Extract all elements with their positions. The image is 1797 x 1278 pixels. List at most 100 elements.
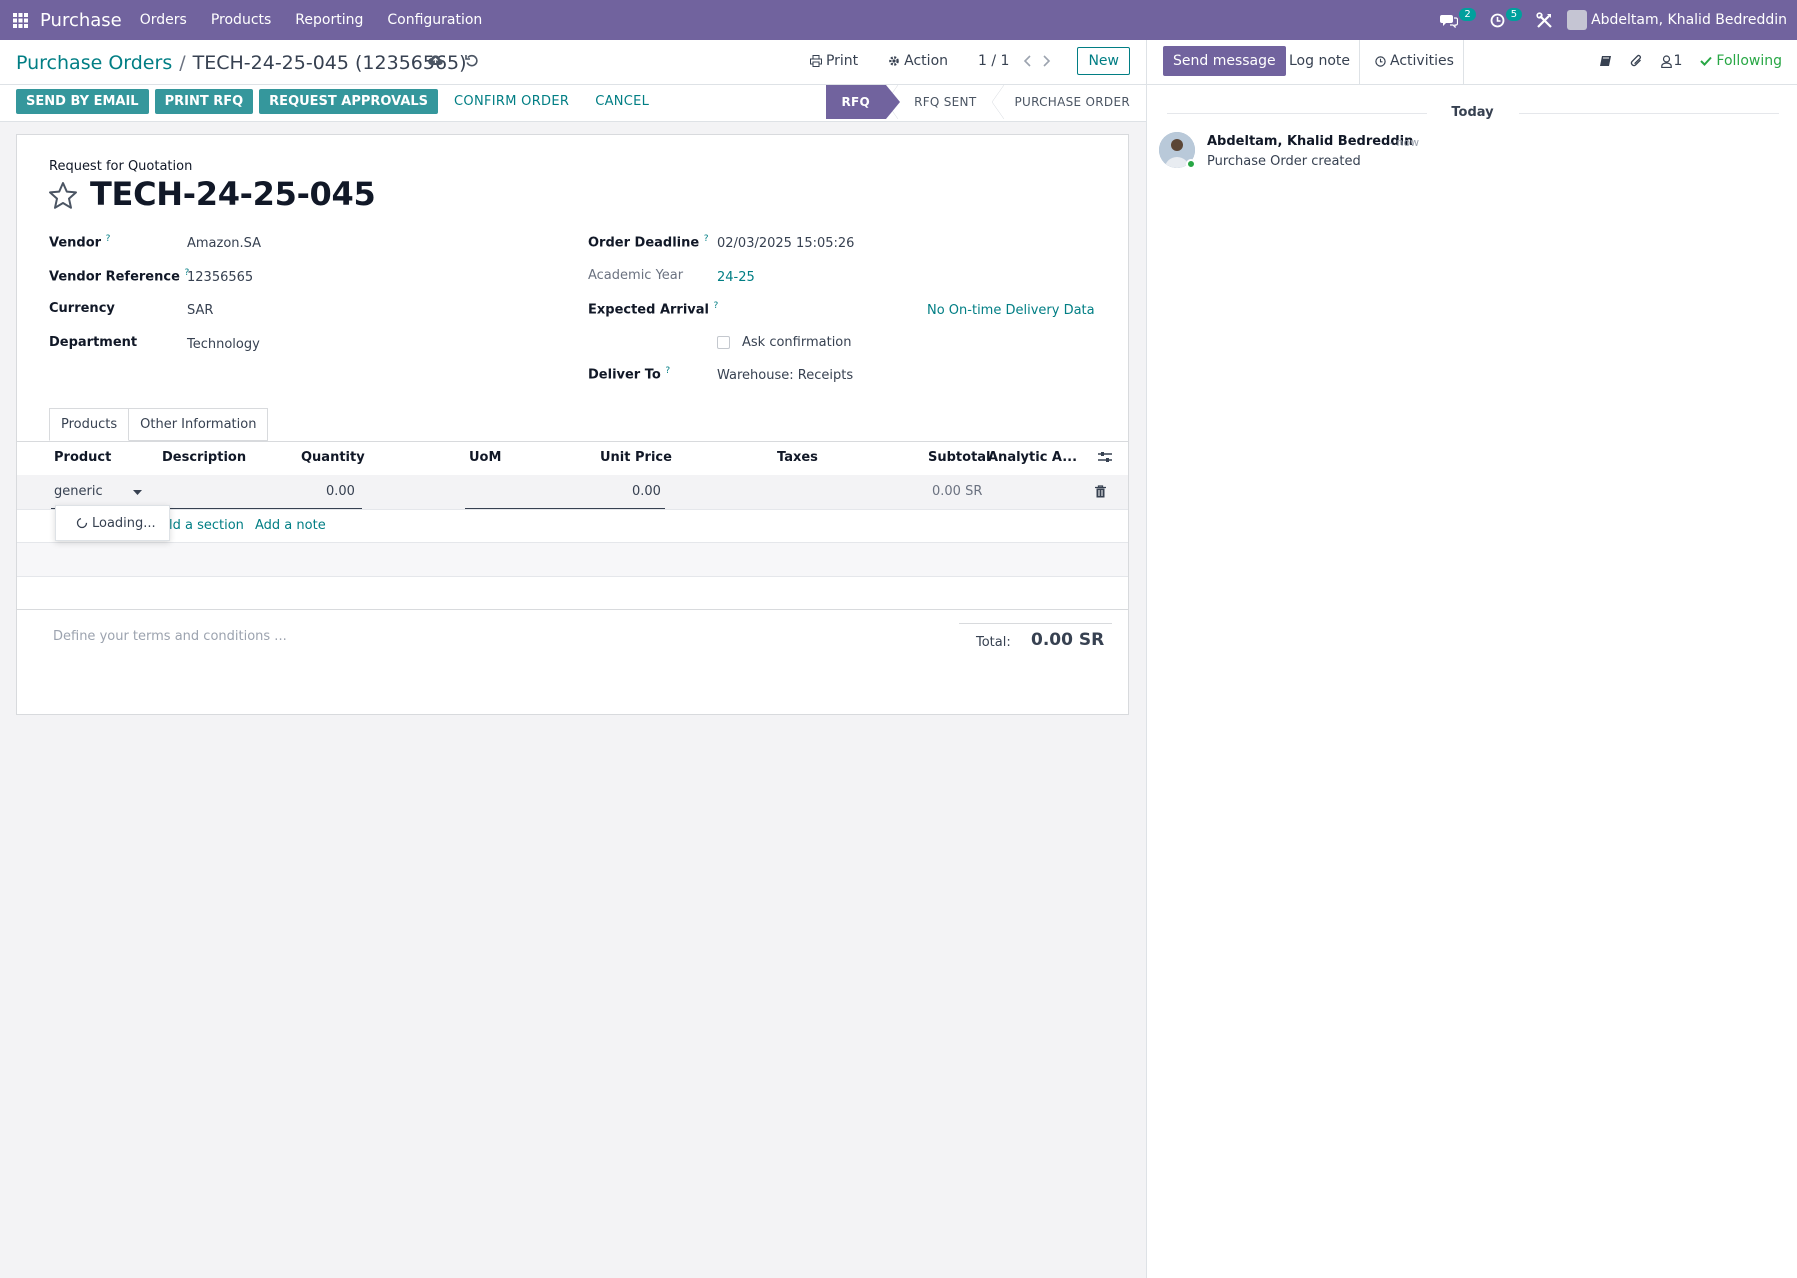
paperclip-icon[interactable] [1630, 54, 1643, 68]
pager-value[interactable]: 1 / 1 [978, 53, 1009, 69]
notebook-tabs: Products Other Information [49, 408, 269, 441]
user-icon [1660, 54, 1672, 68]
activities-button[interactable]: Activities [1375, 53, 1454, 69]
breadcrumb-separator: / [179, 52, 186, 74]
systray: 2 5 Abdeltam, Khalid Bedreddin [1440, 0, 1787, 40]
debug-tools[interactable] [1536, 11, 1553, 29]
menu-products[interactable]: Products [211, 12, 271, 28]
apps-menu-icon[interactable] [0, 0, 40, 40]
breadcrumb-purchase-orders[interactable]: Purchase Orders [16, 52, 172, 74]
menu-orders[interactable]: Orders [140, 12, 187, 28]
total-divider [959, 623, 1112, 624]
send-message-button[interactable]: Send message [1163, 46, 1286, 76]
product-input[interactable]: generic [54, 484, 103, 499]
column-quantity[interactable]: Quantity [301, 450, 365, 465]
total-label: Total: [976, 635, 1011, 650]
tools-icon [1536, 11, 1552, 28]
add-section-link[interactable]: ld a section [169, 518, 244, 533]
trash-icon[interactable] [1095, 485, 1106, 498]
activities-count-badge: 5 [1505, 7, 1523, 21]
menu-reporting[interactable]: Reporting [295, 12, 363, 28]
header-buttons: SEND BY EMAIL PRINT RFQ REQUEST APPROVAL… [16, 89, 659, 114]
deliver-to-help-mark: ? [665, 366, 671, 376]
request-approvals-button[interactable]: REQUEST APPROVALS [259, 89, 439, 114]
terms-and-conditions-field[interactable]: Define your terms and conditions ... [53, 629, 287, 644]
activity-menu[interactable]: 5 [1490, 7, 1523, 28]
chatter-topbar: Send message Log note Activities 1 Follo… [1147, 40, 1797, 84]
column-uom[interactable]: UoM [469, 450, 501, 465]
caret-down-icon[interactable] [133, 490, 142, 495]
vendor-reference-field[interactable]: 12356565 [187, 270, 253, 285]
deliver-to-field[interactable]: Warehouse: Receipts [717, 368, 853, 383]
pager-arrows [1023, 55, 1051, 67]
print-button[interactable]: Print [809, 53, 858, 69]
autocomplete-dropdown[interactable]: Loading... [55, 505, 170, 541]
status-purchase-order[interactable]: PURCHASE ORDER [992, 85, 1130, 119]
main-navbar: Purchase Orders Products Reporting Confi… [0, 0, 1797, 40]
chatter-panel: Send message Log note Activities 1 Follo… [1146, 40, 1797, 1278]
confirm-order-button[interactable]: CONFIRM ORDER [444, 89, 579, 114]
order-deadline-label: Order Deadline ? [588, 234, 709, 251]
column-taxes[interactable]: Taxes [777, 450, 818, 465]
academic-year-field[interactable]: 24-25 [717, 270, 755, 285]
currency-field[interactable]: SAR [187, 303, 213, 318]
currency-label: Currency [49, 301, 115, 316]
print-rfq-button[interactable]: PRINT RFQ [154, 89, 254, 114]
department-label: Department [49, 335, 138, 350]
menu-configuration[interactable]: Configuration [387, 12, 482, 28]
optional-columns-icon[interactable] [1098, 451, 1112, 463]
ask-confirmation-checkbox[interactable] [717, 336, 730, 349]
deliver-to-label: Deliver To ? [588, 366, 671, 383]
department-field[interactable]: Technology [187, 337, 260, 352]
status-rfq-sent[interactable]: RFQ SENT [886, 85, 992, 119]
clock-icon [1490, 13, 1505, 27]
clock-icon [1375, 55, 1386, 67]
unit-price-input[interactable]: 0.00 [632, 484, 661, 499]
chatter-separator [1359, 40, 1360, 84]
vendor-label: Vendor ? [49, 234, 111, 251]
add-note-link[interactable]: Add a note [255, 518, 326, 533]
discard-undo-icon[interactable] [465, 54, 478, 67]
message-time: - now [1389, 136, 1420, 149]
check-icon [1700, 56, 1713, 66]
chevron-right-icon[interactable] [1042, 55, 1051, 67]
followers-button[interactable]: 1 [1660, 53, 1683, 69]
cancel-button[interactable]: CANCEL [585, 89, 659, 114]
app-name[interactable]: Purchase [40, 10, 122, 31]
user-menu[interactable]: Abdeltam, Khalid Bedreddin [1567, 10, 1787, 30]
following-label: Following [1716, 53, 1782, 69]
loading-text: Loading... [92, 515, 156, 531]
action-button[interactable]: Action [888, 53, 948, 69]
column-description[interactable]: Description [162, 450, 246, 465]
column-analytic[interactable]: Analytic A... [988, 450, 1077, 465]
tabs-divider [17, 441, 1128, 442]
vendor-field[interactable]: Amazon.SA [187, 236, 261, 251]
tab-other-information[interactable]: Other Information [129, 408, 269, 441]
on-time-delivery-link[interactable]: No On-time Delivery Data [927, 303, 1095, 318]
chevron-left-icon[interactable] [1023, 55, 1032, 67]
column-unit-price[interactable]: Unit Price [600, 450, 672, 465]
followers-count: 1 [1673, 53, 1683, 69]
send-by-email-button[interactable]: SEND BY EMAIL [16, 89, 149, 114]
column-product[interactable]: Product [54, 450, 111, 465]
order-deadline-field[interactable]: 02/03/2025 15:05:26 [717, 236, 854, 251]
following-button[interactable]: Following [1700, 53, 1782, 69]
quantity-input[interactable]: 0.00 [326, 484, 355, 499]
online-status-dot [1186, 159, 1196, 169]
status-rfq[interactable]: RFQ [825, 85, 900, 119]
chatter-divider [1147, 84, 1797, 85]
chat-icon [1440, 14, 1459, 28]
message-author[interactable]: Abdeltam, Khalid Bedreddin [1207, 134, 1413, 149]
priority-star-icon[interactable] [48, 181, 78, 210]
log-note-button[interactable]: Log note [1289, 53, 1350, 69]
tab-products[interactable]: Products [49, 408, 130, 441]
chatter-separator [1463, 40, 1464, 84]
control-panel-actions: Print Action 1 / 1 New [809, 46, 1130, 76]
column-subtotal[interactable]: Subtotal [928, 450, 991, 465]
messaging-menu[interactable]: 2 [1440, 7, 1476, 28]
book-icon[interactable] [1599, 55, 1612, 67]
save-cloud-icon[interactable] [428, 54, 443, 66]
new-button[interactable]: New [1077, 47, 1130, 75]
breadcrumb: Purchase Orders / TECH-24-25-045 (123565… [16, 52, 467, 74]
form-sheet: Request for Quotation TECH-24-25-045 Ven… [16, 134, 1129, 715]
